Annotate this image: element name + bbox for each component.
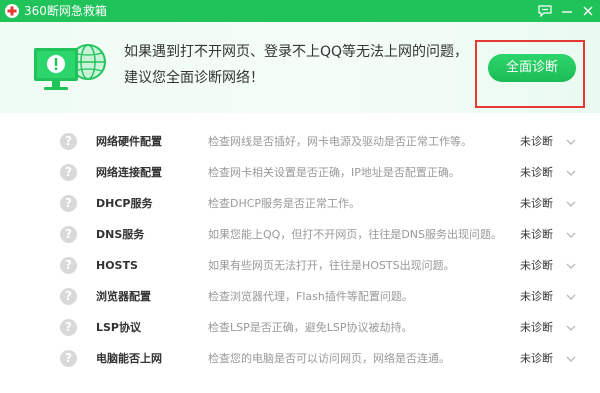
list-item: ? LSP协议 检查LSP是否正确，避免LSP协议被劫持。 未诊断 bbox=[0, 313, 600, 343]
unknown-status-icon: ? bbox=[60, 164, 77, 181]
first-aid-logo-icon bbox=[5, 4, 19, 18]
banner-message-line1: 如果遇到打不开网页、登录不上QQ等无法上网的问题， bbox=[124, 44, 469, 60]
item-description: 检查LSP是否正确，避免LSP协议被劫持。 bbox=[208, 321, 413, 334]
item-status: 未诊断 bbox=[520, 228, 553, 241]
item-description: 检查网卡相关设置是否正确，IP地址是否配置正确。 bbox=[208, 166, 460, 179]
item-description: 检查DHCP服务是否正常工作。 bbox=[208, 197, 361, 210]
chevron-down-icon[interactable] bbox=[566, 168, 576, 178]
list-item: ? HOSTS 如果有些网页无法打开，往往是HOSTS出现问题。 未诊断 bbox=[0, 251, 600, 281]
chevron-down-icon[interactable] bbox=[566, 199, 576, 209]
list-item: ? 浏览器配置 检查浏览器代理，Flash插件等配置问题。 未诊断 bbox=[0, 282, 600, 312]
chevron-down-icon[interactable] bbox=[566, 292, 576, 302]
unknown-status-icon: ? bbox=[60, 319, 77, 336]
chevron-down-icon[interactable] bbox=[566, 261, 576, 271]
banner-message-line2: 建议您全面诊断网络！ bbox=[124, 70, 264, 86]
unknown-status-icon: ? bbox=[60, 133, 77, 150]
item-description: 如果您能上QQ，但打不开网页，往往是DNS服务出现问题。 bbox=[208, 228, 502, 241]
item-name: DNS服务 bbox=[96, 228, 145, 241]
feedback-icon bbox=[538, 5, 552, 17]
item-name: HOSTS bbox=[96, 259, 138, 272]
item-status: 未诊断 bbox=[520, 352, 553, 365]
unknown-status-icon: ? bbox=[60, 195, 77, 212]
unknown-status-icon: ? bbox=[60, 288, 77, 305]
close-icon bbox=[583, 6, 593, 16]
item-description: 检查您的电脑是否可以访问网页，网络是否连通。 bbox=[208, 352, 450, 365]
minimize-icon bbox=[562, 11, 572, 13]
item-name: LSP协议 bbox=[96, 321, 141, 334]
item-description: 检查网线是否插好，网卡电源及驱动是否正常工作等。 bbox=[208, 135, 472, 148]
item-name: 电脑能否上网 bbox=[96, 352, 162, 365]
item-status: 未诊断 bbox=[520, 259, 553, 272]
full-diagnosis-button[interactable]: 全面诊断 bbox=[488, 54, 576, 82]
item-status: 未诊断 bbox=[520, 290, 553, 303]
unknown-status-icon: ? bbox=[60, 257, 77, 274]
diagnosis-banner: 如果遇到打不开网页、登录不上QQ等无法上网的问题， 建议您全面诊断网络！ 全面诊… bbox=[0, 22, 600, 113]
item-description: 如果有些网页无法打开，往往是HOSTS出现问题。 bbox=[208, 259, 455, 272]
chevron-down-icon[interactable] bbox=[566, 354, 576, 364]
item-status: 未诊断 bbox=[520, 135, 553, 148]
item-status: 未诊断 bbox=[520, 197, 553, 210]
item-description: 检查浏览器代理，Flash插件等配置问题。 bbox=[208, 290, 413, 303]
item-name: 浏览器配置 bbox=[96, 290, 151, 303]
minimize-button[interactable] bbox=[558, 2, 576, 20]
list-item: ? 电脑能否上网 检查您的电脑是否可以访问网页，网络是否连通。 未诊断 bbox=[0, 344, 600, 374]
list-item: ? 网络连接配置 检查网卡相关设置是否正确，IP地址是否配置正确。 未诊断 bbox=[0, 158, 600, 188]
app-window: 360断网急救箱 如果遇到打不开网页、登录不上QQ等无法上网的问题， 建议您全面… bbox=[0, 0, 600, 393]
chevron-down-icon[interactable] bbox=[566, 230, 576, 240]
item-name: DHCP服务 bbox=[96, 197, 153, 210]
item-name: 网络硬件配置 bbox=[96, 135, 162, 148]
title-bar: 360断网急救箱 bbox=[0, 0, 600, 22]
feedback-button[interactable] bbox=[536, 2, 554, 20]
item-status: 未诊断 bbox=[520, 321, 553, 334]
chevron-down-icon[interactable] bbox=[566, 137, 576, 147]
network-error-illustration-icon bbox=[34, 44, 106, 90]
list-item: ? DHCP服务 检查DHCP服务是否正常工作。 未诊断 bbox=[0, 189, 600, 219]
unknown-status-icon: ? bbox=[60, 226, 77, 243]
unknown-status-icon: ? bbox=[60, 350, 77, 367]
chevron-down-icon[interactable] bbox=[566, 323, 576, 333]
close-button[interactable] bbox=[579, 2, 597, 20]
item-status: 未诊断 bbox=[520, 166, 553, 179]
list-item: ? DNS服务 如果您能上QQ，但打不开网页，往往是DNS服务出现问题。 未诊断 bbox=[0, 220, 600, 250]
item-name: 网络连接配置 bbox=[96, 166, 162, 179]
list-item: ? 网络硬件配置 检查网线是否插好，网卡电源及驱动是否正常工作等。 未诊断 bbox=[0, 127, 600, 157]
window-title: 360断网急救箱 bbox=[24, 4, 107, 18]
